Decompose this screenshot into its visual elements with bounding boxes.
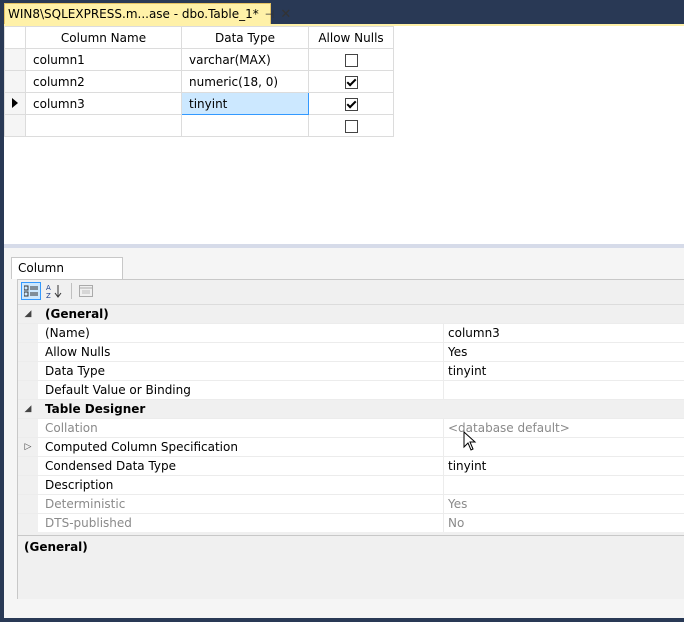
collapse-icon[interactable]: ◢ (18, 400, 38, 418)
property-gutter (18, 324, 38, 342)
column-properties-pane: Column Properties AZ ◢(General)(Name)col… (4, 248, 684, 618)
column-name-cell[interactable]: column1 (25, 48, 182, 71)
data-type-cell[interactable]: numeric(18, 0) (181, 70, 309, 93)
table-designer-grid-area: Column Name Data Type Allow Nulls column… (4, 24, 684, 244)
property-value[interactable] (444, 381, 684, 399)
property-value[interactable]: Yes (444, 495, 684, 513)
allow-nulls-checkbox[interactable] (344, 53, 358, 67)
property-row[interactable]: (Name) column3 (18, 324, 684, 343)
property-category[interactable]: ◢ (General) (18, 305, 684, 324)
property-gutter (18, 495, 38, 513)
current-row-arrow-icon (12, 97, 18, 108)
property-value[interactable]: column3 (444, 324, 684, 342)
property-row[interactable]: DTS-published No (18, 514, 684, 532)
column-header-type[interactable]: Data Type (181, 26, 309, 49)
allow-nulls-cell (308, 70, 394, 93)
svg-text:A: A (46, 284, 51, 292)
close-icon[interactable]: ✕ (280, 7, 291, 22)
property-value[interactable] (444, 438, 684, 456)
property-name: Default Value or Binding (38, 381, 444, 399)
expand-icon[interactable]: ▷ (18, 438, 38, 456)
property-row[interactable]: Description (18, 476, 684, 495)
column-grid: Column Name Data Type Allow Nulls column… (4, 26, 394, 137)
allow-nulls-checkbox[interactable] (344, 75, 358, 89)
description-panel: (General) (18, 535, 684, 599)
property-value[interactable]: No (444, 514, 684, 532)
collapse-icon[interactable]: ◢ (18, 305, 38, 323)
property-gutter (18, 514, 38, 532)
column-properties-tab[interactable]: Column Properties (11, 257, 123, 295)
document-tab-strip: WIN8\SQLEXPRESS.m...ase - dbo.Table_1* ⊣… (0, 0, 684, 24)
toolbar-separator (71, 283, 72, 299)
property-toolbar: AZ (18, 280, 684, 302)
allow-nulls-checkbox[interactable] (344, 119, 358, 133)
property-value[interactable] (444, 476, 684, 494)
property-name: Description (38, 476, 444, 494)
document-tab-title: WIN8\SQLEXPRESS.m...ase - dbo.Table_1* (8, 7, 259, 21)
property-row[interactable]: Default Value or Binding (18, 381, 684, 400)
property-value[interactable]: tinyint (444, 362, 684, 380)
allow-nulls-checkbox[interactable] (344, 97, 358, 111)
property-value[interactable]: tinyint (444, 457, 684, 475)
column-header-name[interactable]: Column Name (25, 26, 182, 49)
description-title: (General) (24, 540, 88, 554)
document-tab[interactable]: WIN8\SQLEXPRESS.m...ase - dbo.Table_1* ⊣… (4, 3, 291, 24)
column-name-cell[interactable]: column2 (25, 70, 182, 93)
property-gutter (18, 362, 38, 380)
row-selector[interactable] (4, 92, 26, 115)
property-gutter (18, 457, 38, 475)
property-name: Allow Nulls (38, 343, 444, 361)
column-name-cell[interactable] (25, 114, 182, 137)
pin-icon[interactable]: ⊣ (265, 8, 275, 21)
property-gutter (18, 476, 38, 494)
property-pages-icon[interactable] (76, 282, 96, 300)
row-selector[interactable] (4, 114, 26, 137)
property-name: Deterministic (38, 495, 444, 513)
row-selector[interactable] (4, 48, 26, 71)
property-name: Collation (38, 419, 444, 437)
table-row[interactable]: column1 varchar(MAX) (4, 48, 394, 71)
table-row[interactable]: column2 numeric(18, 0) (4, 70, 394, 93)
data-type-cell[interactable] (181, 114, 309, 137)
property-name: Data Type (38, 362, 444, 380)
property-name: Table Designer (38, 400, 684, 418)
row-selector[interactable] (4, 70, 26, 93)
categorized-icon[interactable] (21, 282, 41, 300)
allow-nulls-cell (308, 48, 394, 71)
property-row[interactable]: Condensed Data Type tinyint (18, 457, 684, 476)
data-type-cell[interactable]: tinyint (181, 92, 309, 115)
property-name: Computed Column Specification (38, 438, 444, 456)
property-value[interactable]: <database default> (444, 419, 684, 437)
property-row[interactable]: Collation <database default> (18, 419, 684, 438)
property-grid: AZ ◢ (General) (Name) column3 Allow Nulls Yes… (17, 279, 684, 599)
property-value[interactable]: Yes (444, 343, 684, 361)
property-row[interactable]: Deterministic Yes (18, 495, 684, 514)
property-name: (General) (38, 305, 684, 323)
property-gutter (18, 343, 38, 361)
column-name-cell[interactable]: column3 (25, 92, 182, 115)
svg-text:Z: Z (46, 292, 51, 299)
property-row[interactable]: Allow Nulls Yes (18, 343, 684, 362)
table-row[interactable] (4, 114, 394, 137)
data-type-cell[interactable]: varchar(MAX) (181, 48, 309, 71)
property-gutter (18, 381, 38, 399)
allow-nulls-cell (308, 92, 394, 115)
property-name: (Name) (38, 324, 444, 342)
property-category[interactable]: ◢ Table Designer (18, 400, 684, 419)
column-header-nulls[interactable]: Allow Nulls (308, 26, 394, 49)
alphabetical-icon[interactable]: AZ (44, 282, 64, 300)
property-gutter (18, 419, 38, 437)
table-row[interactable]: column3 tinyint (4, 92, 394, 115)
grid-header-row: Column Name Data Type Allow Nulls (4, 26, 394, 49)
row-header-corner (4, 26, 26, 49)
property-list: ◢ (General) (Name) column3 Allow Nulls Yes Dat… (18, 304, 684, 532)
property-name: Condensed Data Type (38, 457, 444, 475)
allow-nulls-cell (308, 114, 394, 137)
property-row[interactable]: Data Type tinyint (18, 362, 684, 381)
property-row[interactable]: ▷ Computed Column Specification (18, 438, 684, 457)
property-name: DTS-published (38, 514, 444, 532)
